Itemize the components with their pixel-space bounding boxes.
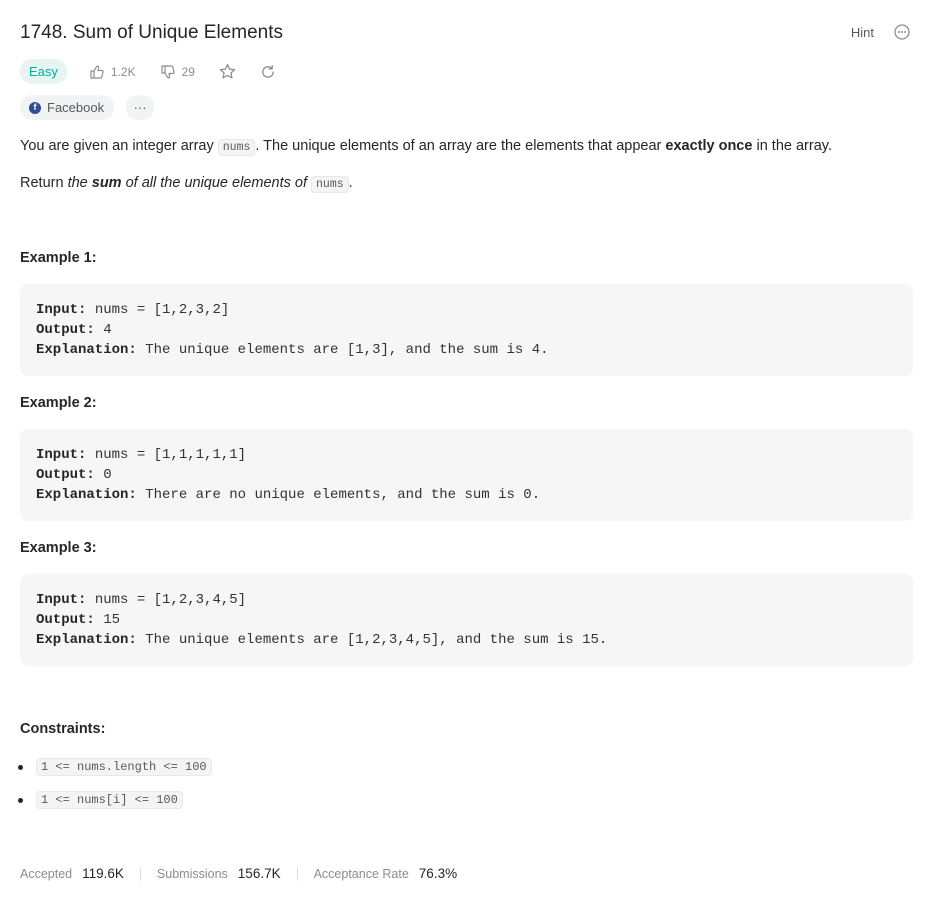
text: . The unique elements of an array are th… xyxy=(255,138,666,154)
example-2-title: Example 2: xyxy=(20,395,97,411)
accepted-value: 119.6K xyxy=(82,866,124,881)
example-explanation: Explanation: The unique elements are [1,… xyxy=(36,632,608,648)
company-tag-facebook[interactable]: f Facebook xyxy=(20,95,115,120)
example-1-title: Example 1: xyxy=(20,250,97,266)
example-3-box: Input: nums = [1,2,3,4,5] Output: 15 Exp… xyxy=(20,574,913,666)
refresh-icon xyxy=(262,64,274,78)
acceptance-rate-label: Acceptance Rate xyxy=(313,866,409,881)
hint-button[interactable]: Hint xyxy=(851,25,874,40)
more-tags-button[interactable]: ··· xyxy=(126,95,155,120)
thumbs-down-icon xyxy=(160,64,175,79)
star-icon xyxy=(219,63,236,79)
bold-italic-text: sum xyxy=(91,175,122,191)
bullet xyxy=(18,797,23,803)
constraint-item: 1 <= nums[i] <= 100 xyxy=(18,791,183,809)
acceptance-rate-value: 76.3% xyxy=(418,866,458,881)
refresh-button[interactable] xyxy=(260,64,276,80)
dislike-button[interactable]: 29 xyxy=(160,64,195,80)
divider xyxy=(296,866,298,881)
favorite-button[interactable] xyxy=(219,63,236,80)
example-output: Output: 15 xyxy=(36,612,121,628)
inline-code: nums xyxy=(311,176,349,193)
like-button[interactable]: 1.2K xyxy=(89,64,136,80)
constraint-item: 1 <= nums.length <= 100 xyxy=(18,758,212,776)
example-input: Input: nums = [1,2,3,2] xyxy=(36,302,230,318)
example-2-box: Input: nums = [1,1,1,1,1] Output: 0 Expl… xyxy=(20,429,913,521)
description-paragraph-1: You are given an integer array nums. The… xyxy=(20,135,832,159)
example-output: Output: 0 xyxy=(36,467,112,483)
problem-description-panel: 1748. Sum of Unique Elements Hint Easy 1… xyxy=(0,0,933,898)
text: You are given an integer array xyxy=(20,138,218,154)
italic-text: the xyxy=(67,175,92,191)
example-input: Input: nums = [1,1,1,1,1] xyxy=(36,447,247,463)
text: . xyxy=(348,175,353,191)
italic-text: of all the unique elements of xyxy=(121,175,312,191)
tags-row: f Facebook ··· xyxy=(20,95,155,120)
text: Return xyxy=(20,175,68,191)
divider xyxy=(139,866,141,881)
example-1-box: Input: nums = [1,2,3,2] Output: 4 Explan… xyxy=(20,284,913,376)
example-explanation: Explanation: There are no unique element… xyxy=(36,487,541,503)
bold-text: exactly once xyxy=(665,138,753,154)
text: in the array. xyxy=(752,138,832,154)
facebook-icon: f xyxy=(29,101,41,114)
submissions-value: 156.7K xyxy=(237,866,281,881)
example-input: Input: nums = [1,2,3,4,5] xyxy=(36,592,247,608)
dislike-count: 29 xyxy=(181,64,195,79)
example-output: Output: 4 xyxy=(36,322,112,338)
problem-meta-bar: Easy 1.2K 29 xyxy=(20,59,276,84)
constraint-code: 1 <= nums.length <= 100 xyxy=(36,758,212,776)
thumbs-up-icon xyxy=(90,64,104,79)
description-paragraph-2: Return the sum of all the unique element… xyxy=(20,172,353,196)
inline-code: nums xyxy=(217,139,256,156)
accepted-label: Accepted xyxy=(20,866,73,881)
like-count: 1.2K xyxy=(110,64,136,79)
header-actions: Hint xyxy=(851,24,910,40)
bullet xyxy=(18,764,23,770)
constraint-code: 1 <= nums[i] <= 100 xyxy=(36,791,183,809)
stats-bar: Accepted 119.6K Submissions 156.7K Accep… xyxy=(20,866,457,881)
more-options-icon[interactable] xyxy=(894,24,910,40)
difficulty-badge: Easy xyxy=(20,59,67,84)
company-tag-label: Facebook xyxy=(47,100,105,115)
problem-title[interactable]: 1748. Sum of Unique Elements xyxy=(20,22,283,44)
constraints-title: Constraints: xyxy=(20,721,106,737)
submissions-label: Submissions xyxy=(156,866,228,881)
example-3-title: Example 3: xyxy=(20,540,97,556)
example-explanation: Explanation: The unique elements are [1,… xyxy=(36,342,549,358)
